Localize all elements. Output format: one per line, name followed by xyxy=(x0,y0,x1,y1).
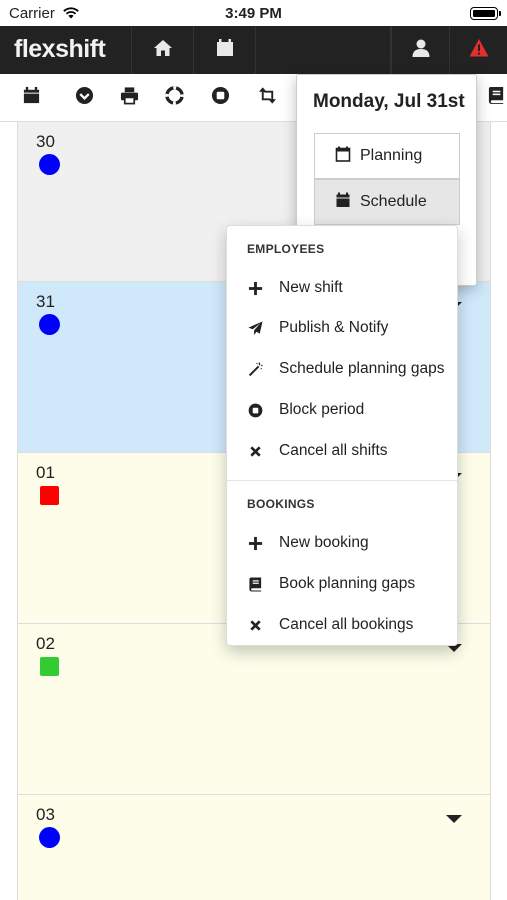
toolbar-check-button[interactable] xyxy=(72,86,96,110)
day-row[interactable]: 03 xyxy=(17,795,491,900)
menu-item-label: Schedule planning gaps xyxy=(279,360,445,377)
toolbar-lifebuoy-button[interactable] xyxy=(162,86,186,110)
menu-item-publish-notify[interactable]: Publish & Notify xyxy=(227,308,457,348)
plus-icon xyxy=(247,280,263,296)
plus-icon xyxy=(247,535,263,551)
toolbar-stop-button[interactable] xyxy=(208,86,232,110)
print-icon xyxy=(120,86,139,110)
magic-wand-icon xyxy=(247,361,263,377)
brand-logo[interactable]: flexshift xyxy=(14,35,106,64)
day-status-marker xyxy=(39,314,60,335)
day-row[interactable]: 02 xyxy=(17,624,491,795)
menu-item-label: Publish & Notify xyxy=(279,319,389,336)
day-actions-dropdown: EMPLOYEES New shift Publish & Notify Sch… xyxy=(226,225,458,646)
menu-item-cancel-all-bookings[interactable]: Cancel all bookings xyxy=(227,605,457,645)
stop-circle-icon xyxy=(211,86,230,110)
toolbar-calendar-button[interactable] xyxy=(19,86,43,110)
planning-label: Planning xyxy=(360,147,423,164)
clock-time: 3:49 PM xyxy=(225,5,282,22)
warning-icon xyxy=(469,38,489,63)
menu-item-label: New booking xyxy=(279,534,369,551)
bookings-section-header: BOOKINGS xyxy=(247,497,315,511)
day-status-marker xyxy=(40,657,59,676)
popover-date-title: Monday, Jul 31st xyxy=(313,91,465,112)
day-status-marker xyxy=(39,827,60,848)
day-status-marker xyxy=(40,486,59,505)
nav-user-button[interactable] xyxy=(391,26,449,74)
schedule-label: Schedule xyxy=(360,193,427,210)
times-icon xyxy=(247,617,263,633)
check-circle-icon xyxy=(75,86,94,110)
toolbar-print-button[interactable] xyxy=(117,86,141,110)
planning-view-button[interactable]: Planning xyxy=(314,133,460,179)
nav-calendar-button[interactable] xyxy=(193,26,255,74)
battery-icon xyxy=(470,7,501,20)
book-icon xyxy=(247,576,263,592)
user-icon xyxy=(411,38,431,63)
day-number: 31 xyxy=(36,292,55,311)
toolbar-book-button[interactable] xyxy=(484,86,507,110)
menu-item-label: Cancel all shifts xyxy=(279,442,388,459)
calendar-icon xyxy=(335,192,360,213)
toolbar-retweet-button[interactable] xyxy=(255,86,279,110)
home-icon xyxy=(153,38,173,63)
stop-circle-icon xyxy=(247,402,263,418)
menu-item-book-planning-gaps[interactable]: Book planning gaps xyxy=(227,564,457,604)
day-number: 30 xyxy=(36,132,55,151)
day-status-marker xyxy=(39,154,60,175)
nav-alert-button[interactable] xyxy=(449,26,507,74)
nav-spacer xyxy=(255,26,391,74)
paper-plane-icon xyxy=(247,320,263,336)
menu-item-label: Cancel all bookings xyxy=(279,616,414,633)
retweet-icon xyxy=(258,86,277,110)
day-number: 01 xyxy=(36,463,55,482)
employees-section-header: EMPLOYEES xyxy=(247,242,325,256)
day-number: 02 xyxy=(36,634,55,653)
chevron-down-icon[interactable] xyxy=(446,815,462,823)
menu-item-label: Block period xyxy=(279,401,365,418)
times-icon xyxy=(247,443,263,459)
menu-divider xyxy=(227,480,457,481)
menu-item-label: New shift xyxy=(279,279,343,296)
status-bar: Carrier 3:49 PM xyxy=(0,0,507,26)
calendar-icon xyxy=(215,38,235,63)
day-number: 03 xyxy=(36,805,55,824)
menu-item-new-shift[interactable]: New shift xyxy=(227,268,457,308)
menu-item-cancel-all-shifts[interactable]: Cancel all shifts xyxy=(227,431,457,471)
lifebuoy-icon xyxy=(164,86,184,110)
top-navbar: flexshift xyxy=(0,26,507,74)
schedule-view-button[interactable]: Schedule xyxy=(314,179,460,225)
book-icon xyxy=(487,86,506,110)
menu-item-new-booking[interactable]: New booking xyxy=(227,523,457,563)
calendar-outline-icon xyxy=(335,146,360,167)
menu-item-label: Book planning gaps xyxy=(279,575,416,592)
nav-home-button[interactable] xyxy=(131,26,193,74)
menu-item-block-period[interactable]: Block period xyxy=(227,390,457,430)
calendar-icon xyxy=(22,86,41,110)
menu-item-schedule-planning-gaps[interactable]: Schedule planning gaps xyxy=(227,349,457,389)
